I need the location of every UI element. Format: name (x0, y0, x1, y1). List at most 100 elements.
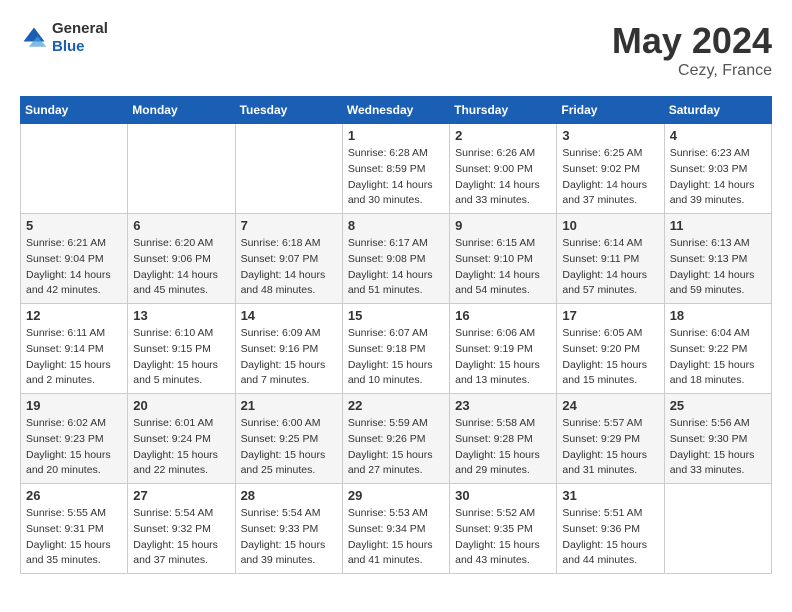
calendar-cell: 6 Sunrise: 6:20 AM Sunset: 9:06 PM Daylig… (128, 214, 235, 304)
day-number: 31 (562, 488, 658, 503)
logo-text-blue: Blue (52, 38, 108, 56)
day-info: Sunrise: 5:54 AM Sunset: 9:33 PM Dayligh… (241, 506, 337, 569)
calendar-cell: 3 Sunrise: 6:25 AM Sunset: 9:02 PM Daylig… (557, 124, 664, 214)
calendar-cell (128, 124, 235, 214)
calendar-cell: 31 Sunrise: 5:51 AM Sunset: 9:36 PM Dayli… (557, 484, 664, 574)
day-number: 9 (455, 218, 551, 233)
day-number: 5 (26, 218, 122, 233)
day-number: 26 (26, 488, 122, 503)
calendar-cell: 22 Sunrise: 5:59 AM Sunset: 9:26 PM Dayli… (342, 394, 449, 484)
title-block: May 2024 Cezy, France (612, 20, 772, 80)
day-info: Sunrise: 5:51 AM Sunset: 9:36 PM Dayligh… (562, 506, 658, 569)
day-number: 2 (455, 128, 551, 143)
day-info: Sunrise: 5:58 AM Sunset: 9:28 PM Dayligh… (455, 416, 551, 479)
day-info: Sunrise: 5:54 AM Sunset: 9:32 PM Dayligh… (133, 506, 229, 569)
page-header: General Blue May 2024 Cezy, France (20, 20, 772, 80)
day-number: 29 (348, 488, 444, 503)
calendar-cell: 26 Sunrise: 5:55 AM Sunset: 9:31 PM Dayli… (21, 484, 128, 574)
day-info: Sunrise: 6:04 AM Sunset: 9:22 PM Dayligh… (670, 326, 766, 389)
day-number: 18 (670, 308, 766, 323)
day-number: 8 (348, 218, 444, 233)
day-number: 19 (26, 398, 122, 413)
day-info: Sunrise: 5:55 AM Sunset: 9:31 PM Dayligh… (26, 506, 122, 569)
day-info: Sunrise: 5:53 AM Sunset: 9:34 PM Dayligh… (348, 506, 444, 569)
day-number: 27 (133, 488, 229, 503)
calendar-cell: 7 Sunrise: 6:18 AM Sunset: 9:07 PM Daylig… (235, 214, 342, 304)
day-info: Sunrise: 6:23 AM Sunset: 9:03 PM Dayligh… (670, 146, 766, 209)
calendar-cell: 23 Sunrise: 5:58 AM Sunset: 9:28 PM Dayli… (450, 394, 557, 484)
logo: General Blue (20, 20, 108, 56)
day-number: 20 (133, 398, 229, 413)
day-header-friday: Friday (557, 97, 664, 124)
day-number: 24 (562, 398, 658, 413)
calendar-week-row: 19 Sunrise: 6:02 AM Sunset: 9:23 PM Dayli… (21, 394, 772, 484)
calendar-cell (664, 484, 771, 574)
day-info: Sunrise: 5:57 AM Sunset: 9:29 PM Dayligh… (562, 416, 658, 479)
day-info: Sunrise: 6:07 AM Sunset: 9:18 PM Dayligh… (348, 326, 444, 389)
day-header-saturday: Saturday (664, 97, 771, 124)
calendar-cell: 30Sunrise: 5:52 AM Sunset: 9:35 PM Dayli… (450, 484, 557, 574)
day-info: Sunrise: 6:13 AM Sunset: 9:13 PM Dayligh… (670, 236, 766, 299)
day-header-thursday: Thursday (450, 97, 557, 124)
day-info: Sunrise: 6:14 AM Sunset: 9:11 PM Dayligh… (562, 236, 658, 299)
day-info: Sunrise: 5:59 AM Sunset: 9:26 PM Dayligh… (348, 416, 444, 479)
calendar-table: SundayMondayTuesdayWednesdayThursdayFrid… (20, 96, 772, 574)
calendar-cell: 12Sunrise: 6:11 AM Sunset: 9:14 PM Dayli… (21, 304, 128, 394)
day-info: Sunrise: 6:06 AM Sunset: 9:19 PM Dayligh… (455, 326, 551, 389)
day-number: 3 (562, 128, 658, 143)
day-info: Sunrise: 6:28 AM Sunset: 8:59 PM Dayligh… (348, 146, 444, 209)
day-number: 12 (26, 308, 122, 323)
calendar-header-row: SundayMondayTuesdayWednesdayThursdayFrid… (21, 97, 772, 124)
day-number: 6 (133, 218, 229, 233)
calendar-cell: 25 Sunrise: 5:56 AM Sunset: 9:30 PM Dayli… (664, 394, 771, 484)
day-info: Sunrise: 6:20 AM Sunset: 9:06 PM Dayligh… (133, 236, 229, 299)
day-info: Sunrise: 6:18 AM Sunset: 9:07 PM Dayligh… (241, 236, 337, 299)
day-number: 21 (241, 398, 337, 413)
calendar-cell: 14Sunrise: 6:09 AM Sunset: 9:16 PM Dayli… (235, 304, 342, 394)
day-info: Sunrise: 6:02 AM Sunset: 9:23 PM Dayligh… (26, 416, 122, 479)
day-number: 10 (562, 218, 658, 233)
calendar-cell (21, 124, 128, 214)
calendar-week-row: 5 Sunrise: 6:21 AM Sunset: 9:04 PM Daylig… (21, 214, 772, 304)
day-number: 13 (133, 308, 229, 323)
calendar-cell: 2 Sunrise: 6:26 AM Sunset: 9:00 PM Daylig… (450, 124, 557, 214)
day-info: Sunrise: 6:01 AM Sunset: 9:24 PM Dayligh… (133, 416, 229, 479)
day-header-wednesday: Wednesday (342, 97, 449, 124)
day-info: Sunrise: 6:26 AM Sunset: 9:00 PM Dayligh… (455, 146, 551, 209)
main-title: May 2024 (612, 20, 772, 62)
day-number: 25 (670, 398, 766, 413)
calendar-cell: 15 Sunrise: 6:07 AM Sunset: 9:18 PM Dayli… (342, 304, 449, 394)
calendar-cell: 27 Sunrise: 5:54 AM Sunset: 9:32 PM Dayli… (128, 484, 235, 574)
calendar-cell: 24 Sunrise: 5:57 AM Sunset: 9:29 PM Dayli… (557, 394, 664, 484)
day-info: Sunrise: 6:25 AM Sunset: 9:02 PM Dayligh… (562, 146, 658, 209)
calendar-cell: 8 Sunrise: 6:17 AM Sunset: 9:08 PM Daylig… (342, 214, 449, 304)
calendar-cell: 28 Sunrise: 5:54 AM Sunset: 9:33 PM Dayli… (235, 484, 342, 574)
calendar-cell: 21Sunrise: 6:00 AM Sunset: 9:25 PM Dayli… (235, 394, 342, 484)
day-info: Sunrise: 6:21 AM Sunset: 9:04 PM Dayligh… (26, 236, 122, 299)
day-number: 14 (241, 308, 337, 323)
calendar-cell: 16Sunrise: 6:06 AM Sunset: 9:19 PM Dayli… (450, 304, 557, 394)
day-number: 11 (670, 218, 766, 233)
day-info: Sunrise: 6:05 AM Sunset: 9:20 PM Dayligh… (562, 326, 658, 389)
day-number: 15 (348, 308, 444, 323)
calendar-cell: 5 Sunrise: 6:21 AM Sunset: 9:04 PM Daylig… (21, 214, 128, 304)
day-number: 17 (562, 308, 658, 323)
day-header-tuesday: Tuesday (235, 97, 342, 124)
subtitle: Cezy, France (612, 62, 772, 80)
day-number: 4 (670, 128, 766, 143)
calendar-week-row: 12Sunrise: 6:11 AM Sunset: 9:14 PM Dayli… (21, 304, 772, 394)
calendar-cell: 11 Sunrise: 6:13 AM Sunset: 9:13 PM Dayli… (664, 214, 771, 304)
day-info: Sunrise: 6:17 AM Sunset: 9:08 PM Dayligh… (348, 236, 444, 299)
day-number: 7 (241, 218, 337, 233)
calendar-week-row: 26 Sunrise: 5:55 AM Sunset: 9:31 PM Dayli… (21, 484, 772, 574)
day-info: Sunrise: 5:52 AM Sunset: 9:35 PM Dayligh… (455, 506, 551, 569)
day-number: 28 (241, 488, 337, 503)
day-number: 22 (348, 398, 444, 413)
day-info: Sunrise: 5:56 AM Sunset: 9:30 PM Dayligh… (670, 416, 766, 479)
day-header-sunday: Sunday (21, 97, 128, 124)
day-header-monday: Monday (128, 97, 235, 124)
calendar-cell: 17 Sunrise: 6:05 AM Sunset: 9:20 PM Dayli… (557, 304, 664, 394)
calendar-cell: 10 Sunrise: 6:14 AM Sunset: 9:11 PM Dayli… (557, 214, 664, 304)
calendar-week-row: 1Sunrise: 6:28 AM Sunset: 8:59 PM Daylig… (21, 124, 772, 214)
day-number: 23 (455, 398, 551, 413)
